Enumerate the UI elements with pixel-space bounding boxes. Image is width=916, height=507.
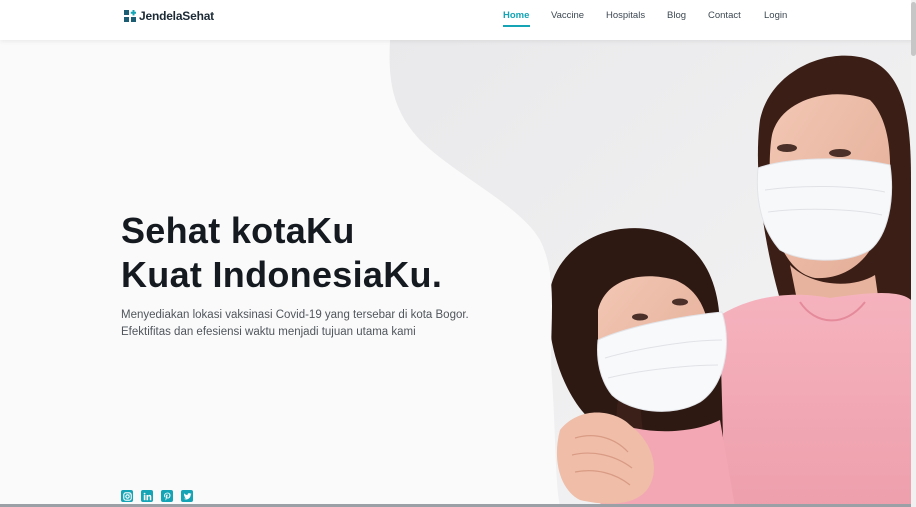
nav-contact[interactable]: Contact [708, 10, 741, 21]
social-links [121, 490, 193, 502]
nav-vaccine[interactable]: Vaccine [551, 10, 584, 21]
headline-line-2: Kuat IndonesiaKu. [121, 254, 443, 295]
hero-headline: Sehat kotaKu Kuat IndonesiaKu. [121, 209, 442, 297]
linkedin-icon[interactable] [141, 490, 153, 502]
nav-blog[interactable]: Blog [667, 10, 686, 21]
scrollbar-thumb[interactable] [911, 2, 916, 56]
nav-login[interactable]: Login [764, 10, 787, 21]
instagram-icon[interactable] [121, 490, 133, 502]
headline-line-1: Sehat kotaKu [121, 210, 355, 251]
page-scrollbar[interactable] [911, 0, 916, 507]
description-line-1: Menyediakan lokasi vaksinasi Covid-19 ya… [121, 309, 469, 321]
pinterest-icon[interactable] [161, 490, 173, 502]
hero-description: Menyediakan lokasi vaksinasi Covid-19 ya… [121, 307, 469, 341]
description-line-2: Efektifitas dan efesiensi waktu menjadi … [121, 326, 416, 338]
main-nav: Home Vaccine Hospitals Blog Contact Logi… [0, 10, 916, 30]
nav-home[interactable]: Home [503, 10, 529, 21]
twitter-icon[interactable] [181, 490, 193, 502]
top-navbar: JendelaSehat Home Vaccine Hospitals Blog… [0, 0, 916, 40]
hero-section: Sehat kotaKu Kuat IndonesiaKu. Menyediak… [0, 40, 911, 507]
active-nav-indicator [503, 25, 530, 27]
nav-hospitals[interactable]: Hospitals [606, 10, 645, 21]
